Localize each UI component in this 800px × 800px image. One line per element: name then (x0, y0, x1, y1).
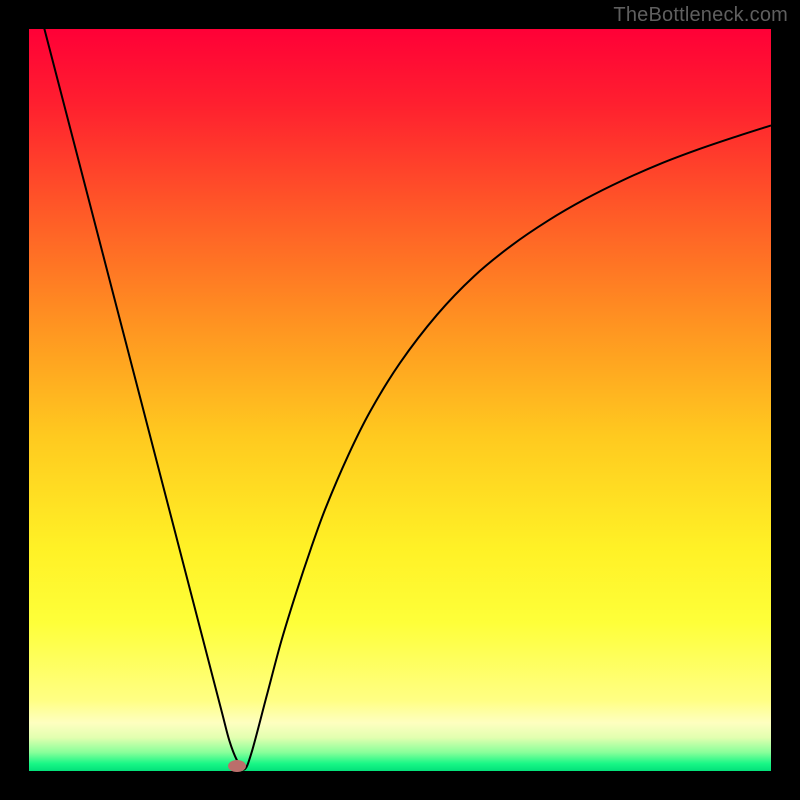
chart-frame: TheBottleneck.com (0, 0, 800, 800)
bottleneck-chart (29, 29, 771, 771)
plot-area (29, 29, 771, 771)
watermark-text: TheBottleneck.com (613, 4, 788, 27)
optimum-marker (228, 760, 246, 772)
